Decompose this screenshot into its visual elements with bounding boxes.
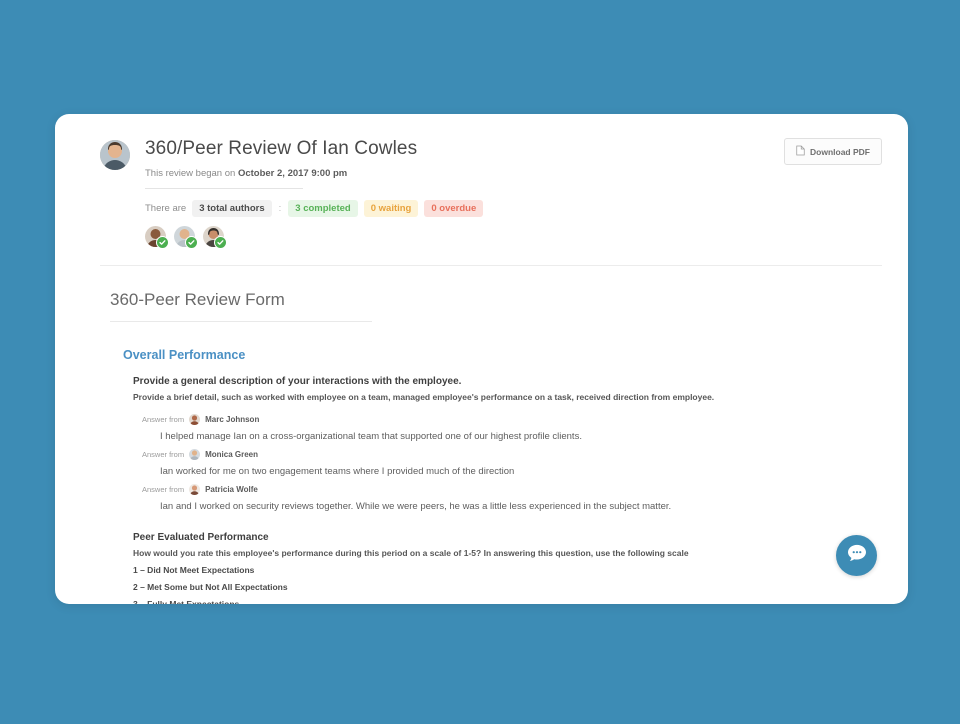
rating-section: Peer Evaluated Performance How would you…	[133, 532, 882, 604]
badge-waiting[interactable]: 0 waiting	[363, 200, 419, 217]
stats-prefix: There are	[145, 203, 187, 214]
check-icon	[156, 236, 169, 249]
answer-text: I helped manage Ian on a cross-organizat…	[160, 431, 582, 442]
answer-author-name: Marc Johnson	[205, 415, 260, 424]
answer-author-row: Answer from Marc Johnson	[142, 414, 882, 425]
answer-text: Ian and I worked on security reviews tog…	[160, 501, 672, 512]
download-pdf-button[interactable]: Download PDF	[784, 138, 882, 165]
check-icon	[214, 236, 227, 249]
avatar	[189, 449, 201, 460]
answer-from-label: Answer from	[142, 415, 185, 424]
question-title: Provide a general description of your in…	[133, 376, 462, 387]
author-avatar-item[interactable]	[174, 226, 198, 249]
review-start-line: This review began on October 2, 2017 9:0…	[145, 168, 882, 179]
chat-bubble-icon	[847, 544, 867, 567]
header-short-rule	[145, 188, 303, 189]
badge-total-authors: 3 total authors	[192, 200, 272, 217]
document-icon	[796, 145, 805, 158]
question-hint: Provide a brief detail, such as worked w…	[133, 392, 715, 402]
badge-overdue[interactable]: 0 overdue	[424, 200, 484, 217]
header-divider	[100, 265, 882, 266]
answer-author-row: Answer from Patricia Wolfe	[142, 484, 882, 495]
answer-author-name: Patricia Wolfe	[205, 485, 258, 494]
section-heading-overall-performance: Overall Performance	[123, 348, 246, 362]
answer-item: Answer from Monica Green Ian worked for	[142, 449, 882, 477]
stats-separator: :	[278, 203, 282, 214]
author-avatar-row	[145, 226, 882, 249]
scale-option: 1 – Did Not Meet Expectations	[133, 565, 255, 575]
review-body: 360-Peer Review Form Overall Performance…	[55, 290, 908, 604]
answer-text: Ian worked for me on two engagement team…	[160, 466, 515, 477]
check-icon	[185, 236, 198, 249]
author-avatar-item[interactable]	[145, 226, 169, 249]
page-title: 360/Peer Review Of Ian Cowles	[145, 138, 418, 159]
subject-avatar	[100, 140, 130, 170]
answer-author-row: Answer from Monica Green	[142, 449, 882, 460]
author-stats: There are 3 total authors : 3 completed …	[145, 200, 882, 217]
rating-question: How would you rate this employee's perfo…	[133, 548, 689, 558]
review-card: 360/Peer Review Of Ian Cowles This revie…	[55, 114, 908, 604]
scale-option: 3 – Fully Met Expectations	[133, 599, 240, 604]
page-background: 360/Peer Review Of Ian Cowles This revie…	[0, 0, 960, 724]
answer-item: Answer from Patricia Wolfe Ian and I wor	[142, 484, 882, 512]
review-start-prefix: This review began on	[145, 168, 236, 179]
answer-author-name: Monica Green	[205, 450, 258, 459]
chat-widget-button[interactable]	[836, 535, 877, 576]
answer-list: Answer from Marc Johnson I helped manage	[142, 414, 882, 512]
download-pdf-label: Download PDF	[810, 146, 870, 157]
scale-option: 2 – Met Some but Not All Expectations	[133, 582, 288, 592]
review-start-date: October 2, 2017 9:00 pm	[237, 168, 348, 179]
form-title: 360-Peer Review Form	[110, 290, 372, 322]
avatar	[189, 414, 201, 425]
answer-from-label: Answer from	[142, 450, 185, 459]
answer-item: Answer from Marc Johnson I helped manage	[142, 414, 882, 442]
answer-from-label: Answer from	[142, 485, 185, 494]
rating-section-heading: Peer Evaluated Performance	[133, 532, 269, 543]
author-avatar-item[interactable]	[203, 226, 227, 249]
review-header: 360/Peer Review Of Ian Cowles This revie…	[55, 114, 908, 266]
question-block: Provide a general description of your in…	[133, 376, 882, 512]
badge-completed[interactable]: 3 completed	[288, 200, 358, 217]
avatar	[189, 484, 201, 495]
